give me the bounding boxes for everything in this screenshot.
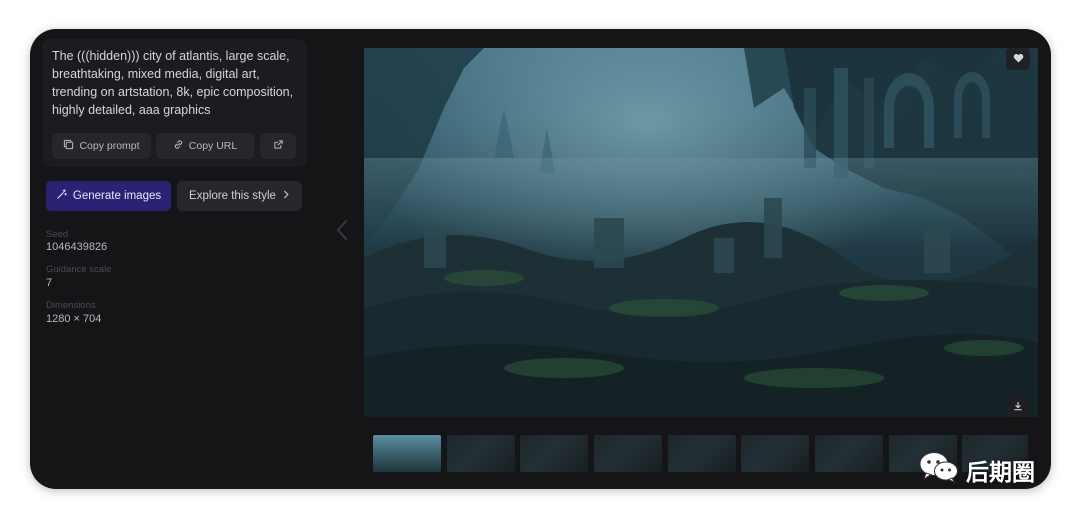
- explore-style-label: Explore this style: [189, 190, 276, 202]
- thumbnail-1[interactable]: [373, 435, 441, 472]
- favorite-button[interactable]: [1006, 48, 1030, 70]
- copy-prompt-button[interactable]: Copy prompt: [52, 133, 151, 159]
- watermark-text: 后期圈: [966, 459, 1035, 485]
- dimensions-label: Dimensions: [46, 300, 96, 311]
- generated-image[interactable]: [364, 48, 1038, 417]
- prompt-text: The (((hidden))) city of atlantis, large…: [52, 49, 294, 117]
- chevron-left-icon: [333, 220, 353, 247]
- prompt-box: The (((hidden))) city of atlantis, large…: [42, 39, 307, 167]
- thumbnail-4[interactable]: [594, 435, 662, 472]
- thumbnail-2[interactable]: [447, 435, 515, 472]
- seed-value: 1046439826: [46, 241, 108, 253]
- thumbnail-5[interactable]: [668, 435, 736, 472]
- copy-icon: [63, 139, 74, 153]
- download-icon: [1013, 398, 1023, 416]
- previous-image-button[interactable]: [333, 217, 353, 243]
- copy-url-button[interactable]: Copy URL: [156, 133, 254, 159]
- thumbnail-7[interactable]: [815, 435, 883, 472]
- open-external-button[interactable]: [260, 133, 296, 159]
- link-icon: [173, 139, 184, 153]
- external-link-icon: [273, 139, 284, 153]
- watermark: 后期圈: [918, 452, 1035, 488]
- thumbnail-6[interactable]: [741, 435, 809, 472]
- guidance-scale-value: 7: [46, 277, 53, 289]
- generate-images-button[interactable]: Generate images: [46, 181, 171, 211]
- generate-images-label: Generate images: [72, 190, 162, 202]
- thumbnail-3[interactable]: [520, 435, 588, 472]
- dimensions-value: 1280 × 704: [46, 313, 102, 325]
- copy-prompt-label: Copy prompt: [79, 140, 140, 152]
- guidance-scale-label: Guidance scale: [46, 264, 112, 275]
- explore-style-button[interactable]: Explore this style: [177, 181, 302, 211]
- chevron-right-icon: [282, 190, 290, 202]
- copy-url-label: Copy URL: [188, 140, 238, 152]
- download-button[interactable]: [1006, 396, 1030, 417]
- seed-label: Seed: [46, 229, 69, 240]
- wechat-icon: [918, 450, 960, 490]
- atlantis-ruins-illustration: [364, 48, 1038, 417]
- heart-icon: [1013, 50, 1024, 68]
- image-detail-card: The (((hidden))) city of atlantis, large…: [30, 29, 1051, 489]
- magic-wand-icon: [56, 189, 67, 203]
